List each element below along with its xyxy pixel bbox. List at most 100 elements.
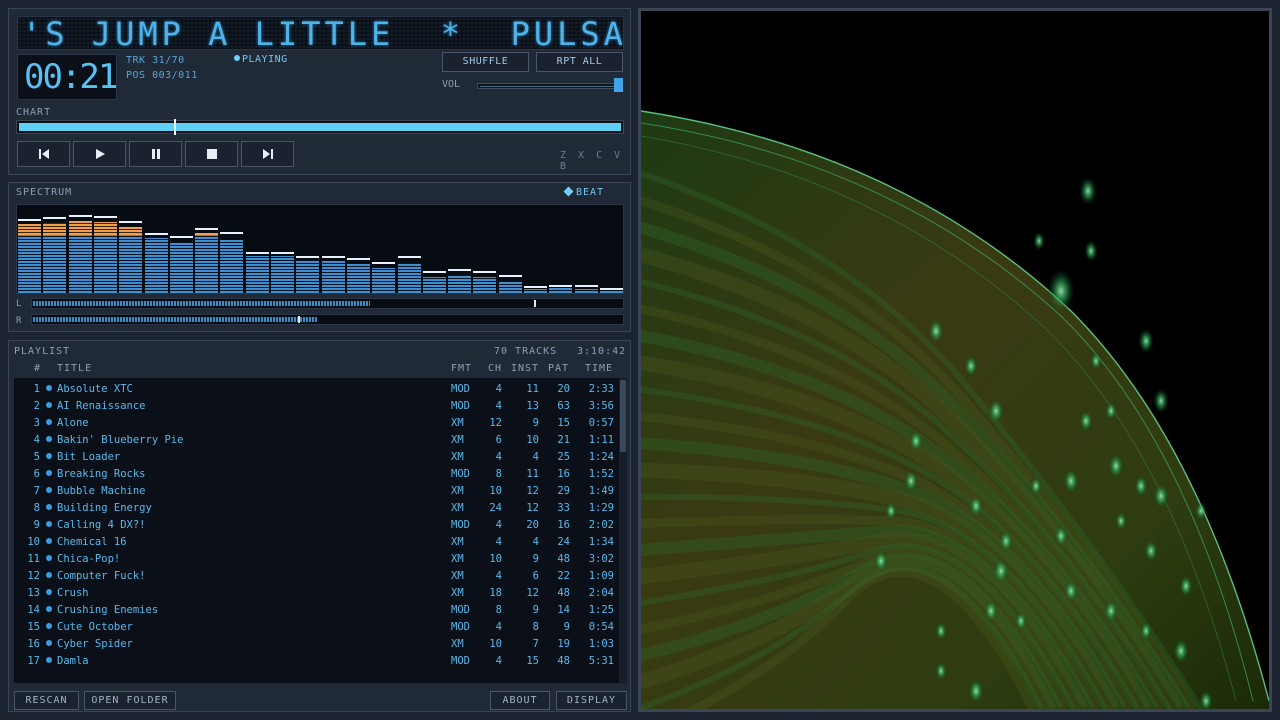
track-fmt: XM	[451, 434, 464, 446]
track-inst: 4	[532, 536, 539, 548]
playlist-row[interactable]: 15 Cute October MOD 4 8 9 0:54	[14, 618, 619, 635]
spectrum-peak	[322, 256, 345, 258]
column-time[interactable]: TIME	[585, 363, 613, 374]
playlist-row[interactable]: 9 Calling 4 DX?! MOD 4 20 16 2:02	[14, 516, 619, 533]
track-ch: 4	[495, 451, 502, 463]
playlist-row[interactable]: 11 Chica-Pop! XM 10 9 48 3:02	[14, 550, 619, 567]
track-time: 1:34	[588, 536, 614, 548]
playlist-row[interactable]: 16 Cyber Spider XM 10 7 19 1:03	[14, 635, 619, 652]
track-n: 17	[27, 655, 40, 667]
stop-button[interactable]	[185, 141, 238, 167]
track-list[interactable]: 1 Absolute XTC MOD 4 11 20 2:33 2 AI Renaissance…	[14, 378, 619, 683]
track-inst: 15	[526, 655, 539, 667]
spectrum-peak	[94, 216, 117, 218]
previous-button[interactable]	[17, 141, 70, 167]
track-n: 10	[27, 536, 40, 548]
playlist-row[interactable]: 10 Chemical 16 XM 4 4 24 1:34	[14, 533, 619, 550]
song-position-cursor[interactable]	[174, 119, 176, 135]
track-dot-icon	[46, 657, 52, 663]
column-format[interactable]: FMT	[451, 363, 472, 374]
column-number[interactable]: #	[34, 363, 41, 374]
track-title: Calling 4 DX?!	[57, 519, 146, 531]
repeat-button[interactable]: RPT ALL	[536, 52, 623, 72]
playlist-row[interactable]: 4 Bakin' Blueberry Pie XM 6 10 21 1:11	[14, 431, 619, 448]
playlist-row[interactable]: 1 Absolute XTC MOD 4 11 20 2:33	[14, 380, 619, 397]
track-ch: 10	[489, 485, 502, 497]
playlist-row[interactable]: 17 Damla MOD 4 15 48 5:31	[14, 652, 619, 669]
rescan-button[interactable]: RESCAN	[14, 691, 79, 710]
spectrum-bar	[473, 277, 496, 293]
track-dot-icon	[46, 606, 52, 612]
track-ch: 8	[495, 604, 502, 616]
shuffle-button[interactable]: SHUFFLE	[442, 52, 529, 72]
column-channels[interactable]: CH	[488, 363, 502, 374]
track-n: 14	[27, 604, 40, 616]
track-ch: 4	[495, 383, 502, 395]
playlist-scrollbar[interactable]	[619, 378, 627, 683]
track-pat: 16	[557, 519, 570, 531]
spectrum-bar	[18, 224, 41, 293]
elapsed-time: 00:21	[24, 57, 118, 97]
spectrum-bar	[322, 261, 345, 293]
playlist-row[interactable]: 14 Crushing Enemies MOD 8 9 14 1:25	[14, 601, 619, 618]
spectrum-peak	[398, 256, 421, 258]
playlist-panel: PLAYLIST 70 TRACKS 3:10:42 # TITLE FMT C…	[8, 340, 631, 712]
play-button[interactable]	[73, 141, 126, 167]
spectrum-peak	[145, 233, 168, 235]
track-title: Breaking Rocks	[57, 468, 146, 480]
track-fmt: MOD	[451, 604, 470, 616]
keyboard-shortcuts-hint: Z X C V B	[560, 150, 624, 172]
pattern-position: POS 003/011	[126, 70, 198, 81]
pause-button[interactable]	[129, 141, 182, 167]
playlist-row[interactable]: 3 Alone XM 12 9 15 0:57	[14, 414, 619, 431]
playlist-row[interactable]: 13 Crush XM 18 12 48 2:04	[14, 584, 619, 601]
spectrum-bar	[499, 281, 522, 293]
open-folder-button[interactable]: OPEN FOLDER	[84, 691, 176, 710]
volume-slider[interactable]	[477, 83, 623, 89]
track-time: 1:29	[588, 502, 614, 514]
track-ch: 4	[495, 536, 502, 548]
playlist-row[interactable]: 5 Bit Loader XM 4 4 25 1:24	[14, 448, 619, 465]
track-dot-icon	[46, 402, 52, 408]
spectrum-bar	[246, 256, 269, 293]
track-n: 15	[27, 621, 40, 633]
spectrum-bar	[43, 223, 66, 293]
about-button[interactable]: ABOUT	[490, 691, 550, 710]
display-button[interactable]: DISPLAY	[556, 691, 627, 710]
column-title[interactable]: TITLE	[57, 363, 92, 374]
track-fmt: XM	[451, 570, 464, 582]
spectrum-peak	[549, 285, 572, 287]
track-pat: 22	[557, 570, 570, 582]
track-dot-icon	[46, 470, 52, 476]
next-button[interactable]	[241, 141, 294, 167]
scrollbar-thumb[interactable]	[620, 380, 626, 452]
playlist-row[interactable]: 8 Building Energy XM 24 12 33 1:29	[14, 499, 619, 516]
track-ch: 6	[495, 434, 502, 446]
track-time: 2:33	[588, 383, 614, 395]
spectrum-bar	[448, 275, 471, 293]
song-progress-bar[interactable]	[16, 119, 624, 135]
track-pat: 33	[557, 502, 570, 514]
playlist-row[interactable]: 2 AI Renaissance MOD 4 13 63 3:56	[14, 397, 619, 414]
spectrum-peak	[195, 228, 218, 230]
track-inst: 9	[532, 553, 539, 565]
column-patterns[interactable]: PAT	[548, 363, 569, 374]
playlist-row[interactable]: 12 Computer Fuck! XM 4 6 22 1:09	[14, 567, 619, 584]
track-dot-icon	[46, 436, 52, 442]
volume-knob[interactable]	[614, 78, 623, 92]
spectrum-bar	[271, 256, 294, 293]
song-progress-fill	[19, 123, 621, 131]
track-dot-icon	[46, 640, 52, 646]
track-fmt: MOD	[451, 655, 470, 667]
track-inst: 6	[532, 570, 539, 582]
beat-label: BEAT	[576, 187, 605, 198]
left-level-fill	[33, 301, 370, 306]
playlist-row[interactable]: 7 Bubble Machine XM 10 12 29 1:49	[14, 482, 619, 499]
next-icon	[262, 149, 273, 159]
track-inst: 9	[532, 417, 539, 429]
track-fmt: MOD	[451, 519, 470, 531]
track-ch: 10	[489, 638, 502, 650]
visualizer-display[interactable]	[638, 8, 1272, 712]
playlist-row[interactable]: 6 Breaking Rocks MOD 8 11 16 1:52	[14, 465, 619, 482]
column-instruments[interactable]: INST	[511, 363, 539, 374]
